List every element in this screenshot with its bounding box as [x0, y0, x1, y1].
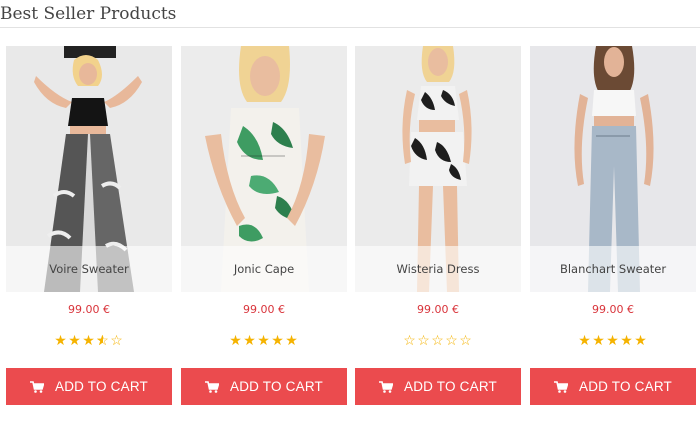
product-price: 99.00 € — [243, 303, 285, 316]
add-to-cart-label: ADD TO CART — [579, 379, 672, 394]
star-full-icon: ★ — [285, 332, 299, 348]
star-full-icon: ★ — [257, 332, 271, 348]
star-half-fill: ★ — [96, 332, 103, 348]
star-rating: ★★★☆★☆ — [6, 332, 172, 348]
star-full-icon: ★ — [68, 332, 82, 348]
add-to-cart-label: ADD TO CART — [404, 379, 497, 394]
product-name[interactable]: Jonic Cape — [181, 246, 347, 292]
star-empty-icon: ☆ — [459, 332, 473, 348]
product-card: Jonic Cape 99.00 € ★★★★★ ADD TO CART — [181, 46, 347, 406]
star-full-icon: ★ — [578, 332, 592, 348]
star-full-icon: ★ — [271, 332, 285, 348]
star-full-icon: ★ — [606, 332, 620, 348]
product-card: Voire Sweater 99.00 € ★★★☆★☆ ADD TO CART — [6, 46, 172, 406]
star-full-icon: ★ — [243, 332, 257, 348]
star-empty-icon: ☆ — [431, 332, 445, 348]
product-name[interactable]: Voire Sweater — [6, 246, 172, 292]
star-rating: ★★★★★ — [530, 332, 696, 348]
shopping-cart-icon — [205, 380, 219, 393]
star-half-icon: ☆★ — [96, 332, 110, 348]
title-divider — [0, 27, 700, 28]
product-card: Blanchart Sweater 99.00 € ★★★★★ ADD TO C… — [530, 46, 696, 406]
star-full-icon: ★ — [634, 332, 648, 348]
shopping-cart-icon — [30, 380, 44, 393]
add-to-cart-button[interactable]: ADD TO CART — [355, 368, 521, 405]
product-name[interactable]: Blanchart Sweater — [530, 246, 696, 292]
product-name[interactable]: Wisteria Dress — [355, 246, 521, 292]
add-to-cart-button[interactable]: ADD TO CART — [530, 368, 696, 405]
add-to-cart-label: ADD TO CART — [230, 379, 323, 394]
add-to-cart-label: ADD TO CART — [55, 379, 148, 394]
star-empty-icon: ☆ — [403, 332, 417, 348]
product-price: 99.00 € — [592, 303, 634, 316]
star-full-icon: ★ — [620, 332, 634, 348]
product-price: 99.00 € — [417, 303, 459, 316]
star-rating: ★★★★★ — [181, 332, 347, 348]
star-empty-icon: ☆ — [445, 332, 459, 348]
star-full-icon: ★ — [82, 332, 96, 348]
product-card: Wisteria Dress 99.00 € ☆☆☆☆☆ ADD TO CART — [355, 46, 521, 406]
add-to-cart-button[interactable]: ADD TO CART — [6, 368, 172, 405]
product-grid: Voire Sweater 99.00 € ★★★☆★☆ ADD TO CART — [0, 46, 700, 406]
shopping-cart-icon — [554, 380, 568, 393]
shopping-cart-icon — [379, 380, 393, 393]
star-empty-icon: ☆ — [417, 332, 431, 348]
add-to-cart-button[interactable]: ADD TO CART — [181, 368, 347, 405]
star-full-icon: ★ — [592, 332, 606, 348]
section-title: Best Seller Products — [0, 4, 177, 24]
star-full-icon: ★ — [54, 332, 68, 348]
star-rating: ☆☆☆☆☆ — [355, 332, 521, 348]
star-full-icon: ★ — [229, 332, 243, 348]
product-price: 99.00 € — [68, 303, 110, 316]
star-empty-icon: ☆ — [110, 332, 124, 348]
